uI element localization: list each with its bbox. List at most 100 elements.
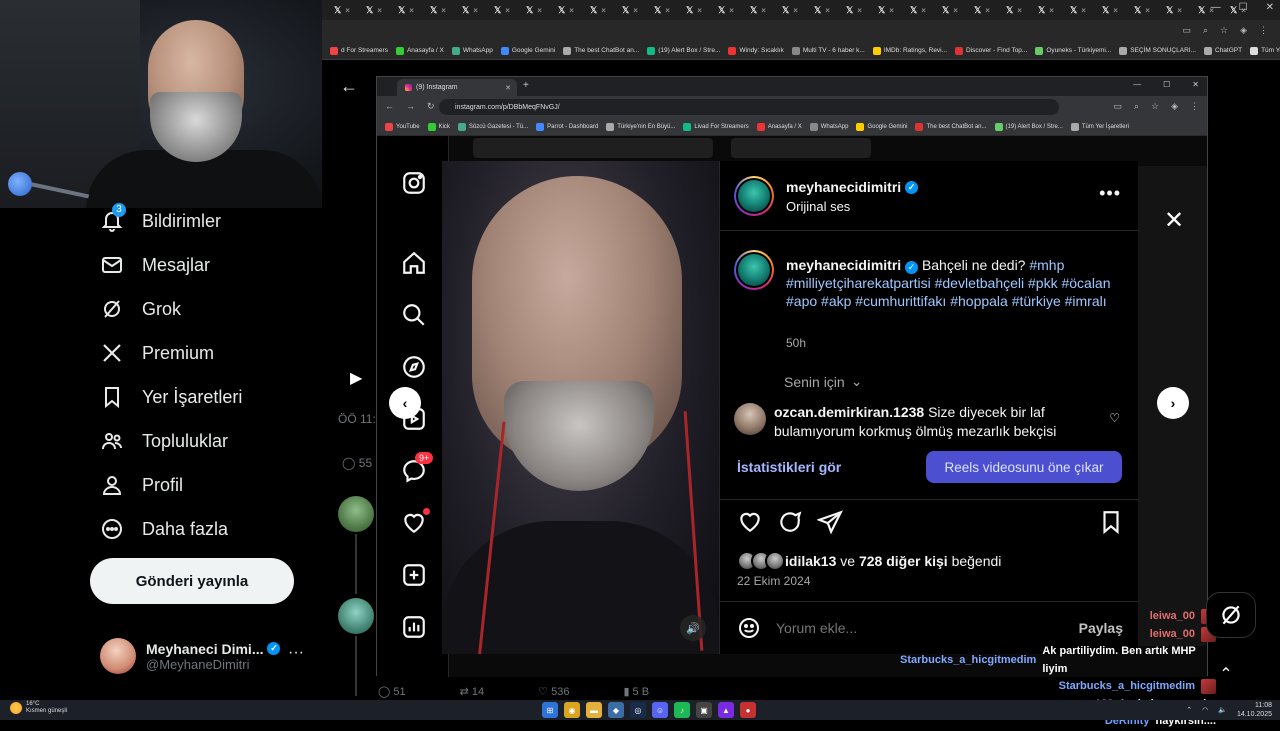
like-icon[interactable]: [737, 509, 763, 535]
bookmark-item[interactable]: WhatsApp: [809, 122, 848, 131]
close-tab-icon[interactable]: ×: [1113, 6, 1118, 15]
windows-start-icon[interactable]: ⊞: [542, 702, 558, 718]
audio-label[interactable]: Orijinal ses: [786, 199, 850, 214]
zoom-icon[interactable]: ⌕: [1134, 101, 1139, 112]
bookmark-item[interactable]: (19) Alert Box / Stre...: [994, 122, 1063, 131]
back-arrow-icon[interactable]: ←: [340, 76, 358, 97]
close-tab-icon[interactable]: ✕: [505, 84, 511, 92]
close-tab-icon[interactable]: ×: [793, 6, 798, 15]
play-icon[interactable]: ▶: [350, 368, 362, 388]
bookmark-item[interactable]: Windy: Sıcaklık: [728, 46, 784, 55]
close-tab-icon[interactable]: ×: [409, 6, 414, 15]
bookmark-item[interactable]: Parrot - Dashboard: [536, 122, 598, 131]
maximize-icon[interactable]: ☐: [1163, 80, 1170, 89]
views-action[interactable]: ▮ 5 B: [623, 685, 649, 698]
account-switcher[interactable]: Meyhaneci Dimi... ✓ @MeyhaneDimitri ···: [100, 628, 312, 684]
close-tab-icon[interactable]: ×: [1049, 6, 1054, 15]
star-icon[interactable]: ☆: [1220, 25, 1228, 36]
close-tab-icon[interactable]: ×: [1177, 6, 1182, 15]
browser-tab[interactable]: 𝕏 ×: [874, 3, 898, 17]
back-icon[interactable]: ←: [385, 101, 394, 112]
browser-tab[interactable]: 𝕏 ×: [458, 3, 482, 17]
avatar[interactable]: [734, 250, 774, 290]
grok-icon[interactable]: [1206, 592, 1256, 638]
maximize-icon[interactable]: ☐: [1239, 2, 1248, 13]
close-tab-icon[interactable]: ×: [761, 6, 766, 15]
close-tab-icon[interactable]: ×: [953, 6, 958, 15]
bookmark-item[interactable]: ChatGPT: [1203, 46, 1242, 55]
bookmark-item[interactable]: Anasayfa / X: [756, 122, 802, 131]
account-more-icon[interactable]: ···: [288, 644, 304, 662]
close-window-icon[interactable]: ✕: [1266, 2, 1274, 13]
search-icon[interactable]: [401, 302, 427, 328]
browser-tab[interactable]: 𝕏 ×: [970, 3, 994, 17]
share-icon[interactable]: [815, 509, 843, 535]
bookmark-item[interactable]: The best ChatBot an...: [563, 46, 639, 55]
reel-video[interactable]: 🔊: [442, 161, 719, 654]
reload-icon[interactable]: ↻: [427, 101, 435, 112]
browser-tab[interactable]: 𝕏 ×: [490, 3, 514, 17]
bookmark-item[interactable]: Multi TV - 6 haber k...: [791, 46, 865, 55]
close-tab-icon[interactable]: ×: [697, 6, 702, 15]
minimize-icon[interactable]: —: [1211, 2, 1221, 13]
nav-more[interactable]: Daha fazla: [100, 509, 228, 549]
close-tab-icon[interactable]: ×: [441, 6, 446, 15]
bookmark-item[interactable]: Discover - Find Top...: [955, 46, 1027, 55]
avatar[interactable]: [338, 496, 374, 532]
forward-icon[interactable]: →: [406, 101, 415, 112]
bookmark-item[interactable]: d For Streamers: [330, 46, 388, 55]
weather-widget[interactable]: 16°C Kısmen güneşli: [10, 701, 67, 715]
avatar[interactable]: [734, 403, 766, 435]
menu-icon[interactable]: ⋮: [1190, 101, 1199, 112]
browser-tab[interactable]: 𝕏 ×: [906, 3, 930, 17]
close-tab-icon[interactable]: ×: [1017, 6, 1022, 15]
avatar[interactable]: [734, 176, 774, 216]
liked-by-others[interactable]: 728 diğer kişi: [859, 553, 948, 569]
close-tab-icon[interactable]: ×: [505, 6, 510, 15]
file-explorer-icon[interactable]: ▬: [586, 702, 602, 718]
close-tab-icon[interactable]: ×: [665, 6, 670, 15]
browser-tab[interactable]: 𝕏 ×: [426, 3, 450, 17]
volume-icon[interactable]: 🔈: [1218, 706, 1227, 714]
close-tab-icon[interactable]: ×: [473, 6, 478, 15]
bookmark-item[interactable]: Anasayfa / X: [395, 46, 444, 55]
close-tab-icon[interactable]: ×: [569, 6, 574, 15]
dashboard-icon[interactable]: [401, 614, 427, 640]
url-field[interactable]: instagram.com/p/DBbMeqFNvGJ/: [439, 99, 1059, 115]
close-icon[interactable]: ✕: [1163, 209, 1185, 233]
bookmark-item[interactable]: Google Gemini: [856, 122, 907, 131]
spotify-icon[interactable]: ♪: [674, 702, 690, 718]
close-tab-icon[interactable]: ×: [825, 6, 830, 15]
nav-notifications[interactable]: 3 Bildirimler: [100, 201, 221, 241]
boost-reel-button[interactable]: Reels videosunu öne çıkar: [926, 451, 1122, 483]
browser-tab[interactable]: 𝕏 ×: [682, 3, 706, 17]
browser-tab[interactable]: 𝕏 ×: [1066, 3, 1090, 17]
next-post-icon[interactable]: ›: [1157, 387, 1189, 419]
close-tab-icon[interactable]: ×: [1145, 6, 1150, 15]
bookmark-item[interactable]: IMDb: Ratings, Revi...: [872, 46, 947, 55]
close-tab-icon[interactable]: ×: [857, 6, 862, 15]
bookmark-item[interactable]: YouTube: [385, 122, 420, 131]
nav-communities[interactable]: Topluluklar: [100, 421, 228, 461]
close-tab-icon[interactable]: ×: [633, 6, 638, 15]
star-icon[interactable]: ☆: [1151, 101, 1159, 112]
bookmark-item[interactable]: The best ChatBot an...: [915, 122, 987, 131]
chevron-up-icon[interactable]: ⌃: [1186, 706, 1192, 714]
home-icon[interactable]: [401, 250, 427, 276]
liked-by-user[interactable]: idilak13: [785, 553, 836, 569]
bookmark-item[interactable]: SEÇİM SONUÇLARI...: [1119, 46, 1196, 55]
view-insights-link[interactable]: İstatistikleri gör: [737, 459, 841, 475]
like-action[interactable]: ♡ 536: [538, 685, 569, 698]
bookmark-item[interactable]: Tüm Yer İşaretleri: [1070, 122, 1129, 131]
minimize-icon[interactable]: —: [1133, 80, 1141, 89]
nav-profile[interactable]: Profil: [100, 465, 183, 505]
browser-tab[interactable]: 𝕏 ×: [746, 3, 770, 17]
comment-like-icon[interactable]: ♡: [1109, 411, 1120, 425]
browser-tab[interactable]: 𝕏 ×: [1162, 3, 1186, 17]
browser-tab[interactable]: 𝕏 ×: [1130, 3, 1154, 17]
close-tab-icon[interactable]: ×: [729, 6, 734, 15]
browser-tab[interactable]: 𝕏 ×: [362, 3, 386, 17]
browser-tab[interactable]: 𝕏 ×: [554, 3, 578, 17]
more-options-icon[interactable]: •••: [1099, 183, 1121, 204]
nav-messages[interactable]: Mesajlar: [100, 245, 210, 285]
